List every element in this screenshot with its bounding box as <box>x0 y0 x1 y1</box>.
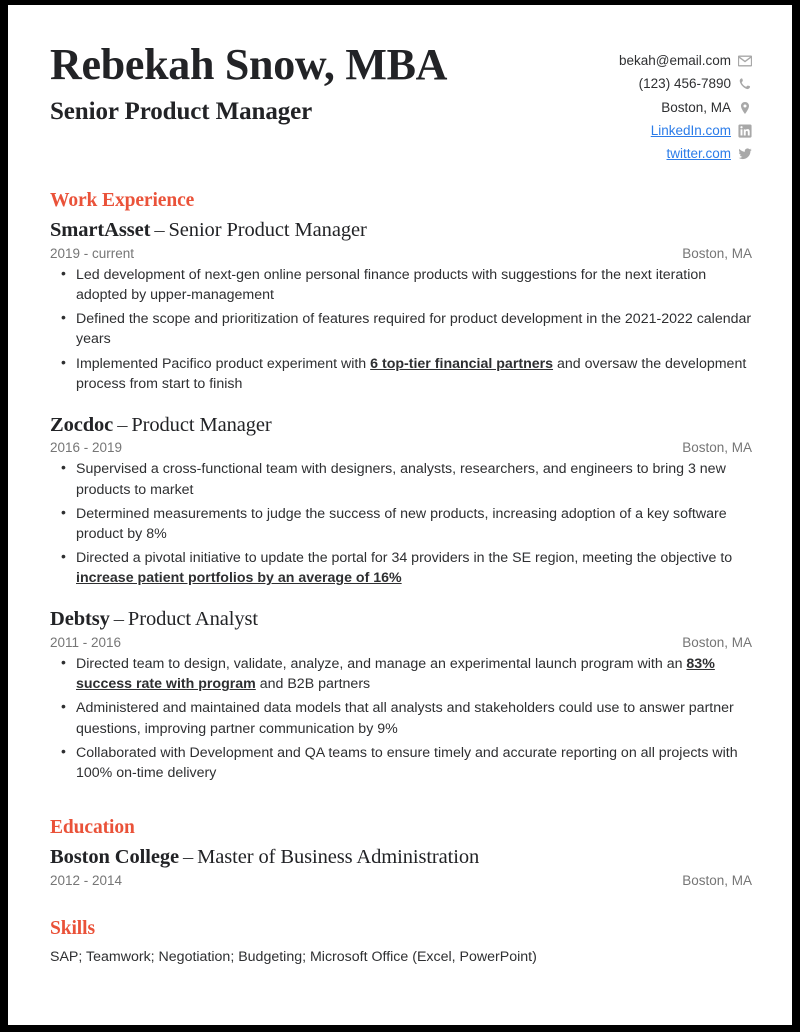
bullet-pre: Determined measurements to judge the suc… <box>76 505 727 542</box>
skills-text: SAP; Teamwork; Negotiation; Budgeting; M… <box>50 948 537 965</box>
bullet-item: Defined the scope and prioritization of … <box>50 308 752 349</box>
location-pin-icon <box>738 101 752 115</box>
bullet-item: Determined measurements to judge the suc… <box>50 503 752 544</box>
contact-email-text: bekah@email.com <box>618 53 731 68</box>
bullet-pre: Led development of next-gen online perso… <box>76 266 707 304</box>
work-entry-org: SmartAsset <box>50 219 151 242</box>
work-entry-org: Debtsy <box>50 608 110 631</box>
resume-header: Rebekah Snow, MBA Senior Product Manager… <box>50 41 752 164</box>
education-entry-meta: 2012 - 2014 Boston, MA <box>50 873 752 888</box>
bullet-pre: Administered and maintained data models … <box>76 700 734 737</box>
section-skills: Skills SAP; Teamwork; Negotiation; Budge… <box>50 918 752 968</box>
bullet-pre: Directed a pivotal initiative to update … <box>76 550 733 567</box>
work-entry-location: Boston, MA <box>682 440 752 456</box>
bullet-post: and B2B partners <box>255 676 371 693</box>
bullet-pre: Directed team to design, validate, analy… <box>76 656 687 673</box>
bullet-item: Collaborated with Development and QA tea… <box>50 742 752 783</box>
work-entry: Debtsy – Product Analyst 2011 - 2016 Bosto… <box>50 606 752 783</box>
bullet-item: Directed a pivotal initiative to update … <box>50 547 752 588</box>
work-entry-role: Product Analyst <box>127 608 258 631</box>
work-entry-dates: 2019 - current <box>50 245 135 261</box>
section-title-work: Work Experience <box>50 190 195 212</box>
identity-block: Rebekah Snow, MBA Senior Product Manager <box>50 41 447 126</box>
section-education: Education Boston College – Master of Busin… <box>50 817 752 888</box>
bullet-strong: 6 top-tier financial partners <box>370 355 554 372</box>
work-entry-meta: 2011 - 2016 Boston, MA <box>50 635 752 650</box>
work-entry-role: Senior Product Manager <box>168 219 367 242</box>
work-entry-heading: Zocdoc – Product Manager <box>50 412 752 439</box>
contact-twitter[interactable]: twitter.com <box>666 144 752 164</box>
bullet-pre: Supervised a cross-functional team with … <box>76 461 726 498</box>
bullet-item: Led development of next-gen online perso… <box>50 264 752 305</box>
work-entry-dates: 2016 - 2019 <box>50 440 123 456</box>
separator-dash: – <box>154 219 165 242</box>
education-entry-location: Boston, MA <box>682 872 752 888</box>
work-entry-meta: 2016 - 2019 Boston, MA <box>50 440 752 455</box>
work-entry: Zocdoc – Product Manager 2016 - 2019 Bosto… <box>50 412 752 589</box>
work-entry-dates: 2011 - 2016 <box>50 635 122 651</box>
contact-linkedin-text[interactable]: LinkedIn.com <box>651 121 731 141</box>
education-entry-degree: Master of Business Administration <box>197 845 480 868</box>
bullet-pre: Defined the scope and prioritization of … <box>76 311 752 348</box>
bullet-pre: Collaborated with Development and QA tea… <box>76 744 738 781</box>
work-entry: SmartAsset – Senior Product Manager 2019 -… <box>50 217 752 394</box>
bullet-item: Administered and maintained data models … <box>50 697 752 738</box>
contact-list: bekah@email.com (123) 456-7890 Boston, M… <box>619 51 752 164</box>
resume-page: Rebekah Snow, MBA Senior Product Manager… <box>8 5 792 1025</box>
contact-linkedin[interactable]: LinkedIn.com <box>651 121 752 141</box>
bullet-item: Supervised a cross-functional team with … <box>50 458 752 499</box>
separator-dash: – <box>117 413 128 436</box>
contact-location: Boston, MA <box>661 98 752 118</box>
work-entry-location: Boston, MA <box>682 245 752 261</box>
work-entry-org: Zocdoc <box>50 413 114 436</box>
linkedin-icon[interactable] <box>738 124 752 138</box>
separator-dash: – <box>183 845 194 868</box>
contact-email: bekah@email.com <box>619 51 752 71</box>
work-entry-heading: Debtsy – Product Analyst <box>50 606 752 633</box>
candidate-name: Rebekah Snow, MBA <box>50 40 448 89</box>
bullet-strong: increase patient portfolios by an averag… <box>76 570 402 587</box>
section-title-skills: Skills <box>50 917 95 939</box>
envelope-icon <box>738 54 752 68</box>
separator-dash: – <box>113 608 124 631</box>
section-work-experience: Work Experience SmartAsset – Senior Produc… <box>50 190 752 783</box>
work-entry-bullets: Led development of next-gen online perso… <box>50 264 752 394</box>
candidate-headline: Senior Product Manager <box>50 97 313 125</box>
education-entry-dates: 2012 - 2014 <box>50 872 123 888</box>
work-entry-heading: SmartAsset – Senior Product Manager <box>50 217 752 244</box>
twitter-icon[interactable] <box>738 147 752 161</box>
contact-phone: (123) 456-7890 <box>639 74 752 94</box>
education-entry-school: Boston College <box>50 845 179 868</box>
work-entry-location: Boston, MA <box>682 635 752 651</box>
phone-icon <box>738 77 752 91</box>
work-entry-bullets: Supervised a cross-functional team with … <box>50 458 752 588</box>
contact-location-text: Boston, MA <box>661 99 731 115</box>
work-entry-bullets: Directed team to design, validate, analy… <box>50 653 752 783</box>
contact-twitter-text[interactable]: twitter.com <box>666 144 731 164</box>
education-entry: Boston College – Master of Business Admini… <box>50 844 752 888</box>
education-entry-heading: Boston College – Master of Business Admini… <box>50 844 752 871</box>
bullet-pre: Implemented Pacifico product experiment … <box>76 355 371 372</box>
bullet-item: Implemented Pacifico product experiment … <box>50 353 752 394</box>
bullet-item: Directed team to design, validate, analy… <box>50 653 752 694</box>
work-entry-meta: 2019 - current Boston, MA <box>50 246 752 261</box>
section-title-education: Education <box>50 816 135 838</box>
contact-phone-text: (123) 456-7890 <box>638 76 731 92</box>
work-entry-role: Product Manager <box>131 413 272 436</box>
